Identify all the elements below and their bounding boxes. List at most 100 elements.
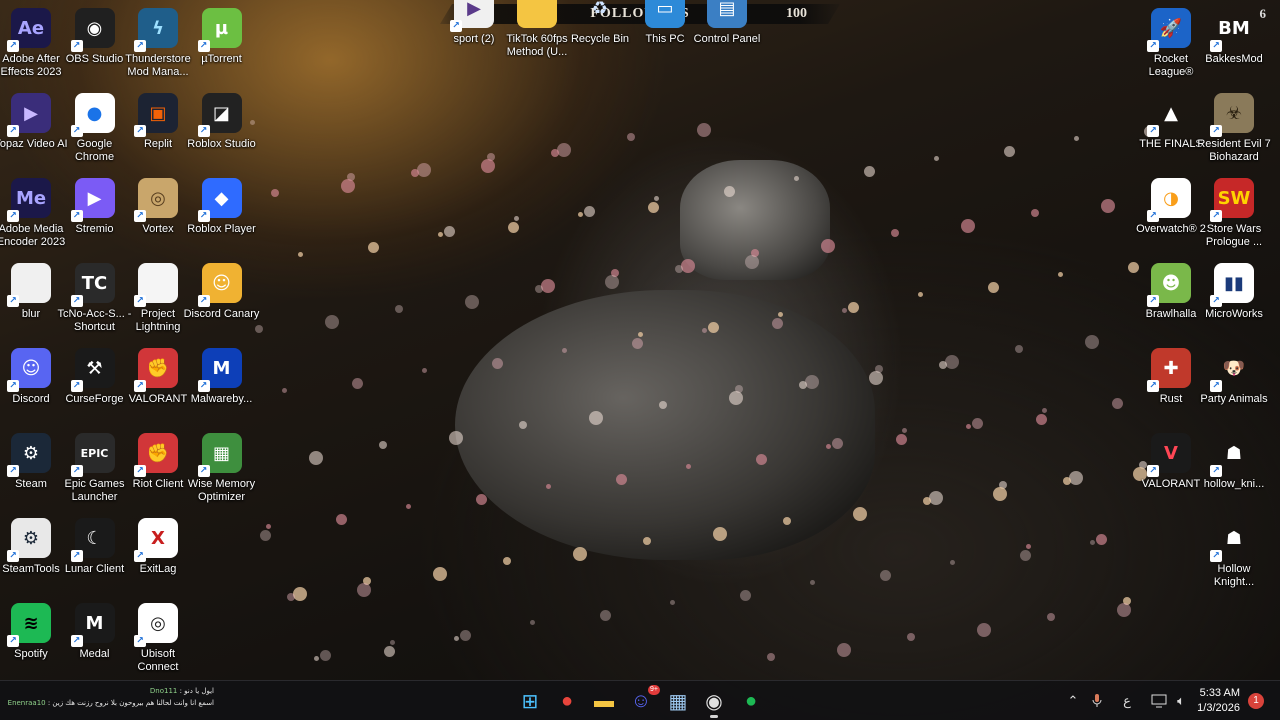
desktop-icon-label: Ubisoft Connect xyxy=(137,648,179,673)
flower xyxy=(923,497,931,505)
store-wars-icon: SW ↗ xyxy=(1210,178,1254,222)
desktop-icon[interactable]: ▲ ↗ THE FINALS xyxy=(1139,87,1203,171)
flower xyxy=(546,484,551,489)
desktop-icon[interactable]: TC ↗ TcNo-Acc-S... - Shortcut xyxy=(58,257,131,341)
desktop-icon[interactable]: ◪ ↗ Roblox Studio xyxy=(187,87,256,171)
topaz-icon: ▶ ↗ xyxy=(7,93,51,137)
flower xyxy=(1015,345,1023,353)
flower xyxy=(713,527,727,541)
desktop-icon[interactable]: ⚙ ↗ SteamTools xyxy=(0,512,63,596)
icon-glyph: ϟ xyxy=(152,17,164,39)
riot-icon: ✊ ↗ xyxy=(134,348,178,392)
desktop-icon[interactable]: V ↗ VALORANT xyxy=(1139,427,1203,511)
desktop-icon-label: Control Panel xyxy=(693,33,761,45)
taskbar-chrome[interactable]: ● xyxy=(552,687,582,715)
desktop-icon[interactable]: M ↗ Malwareby... xyxy=(190,342,254,426)
desktop-icon[interactable]: ● ↗ Google Chrome xyxy=(63,87,127,171)
desktop-icon[interactable]: EPIC ↗ Epic Games Launcher xyxy=(63,427,127,511)
desktop-icon[interactable]: M ↗ Medal xyxy=(63,597,127,681)
desktop-icon[interactable]: ▶ ↗ sport (2) xyxy=(442,0,506,66)
shortcut-arrow-icon: ↗ xyxy=(70,210,83,222)
desktop-icon[interactable]: ▤ Control Panel xyxy=(694,0,760,66)
desktop-icon[interactable]: BM ↗ BakkesMod xyxy=(1202,2,1266,86)
desktop-icon[interactable]: ☗ ↗ Hollow Knight... xyxy=(1202,512,1266,596)
shortcut-arrow-icon: ↗ xyxy=(70,550,83,562)
desktop-icon[interactable]: ♻ Recycle Bin xyxy=(568,0,632,66)
flower xyxy=(1101,199,1115,213)
desktop-icon[interactable]: ▮▮ ↗ MicroWorks xyxy=(1202,257,1266,341)
flower xyxy=(832,438,843,449)
desktop-icon-label: µTorrent xyxy=(201,53,242,65)
language-indicator[interactable]: ع xyxy=(1116,681,1138,720)
flower xyxy=(681,259,695,273)
taskbar-spotify[interactable]: ● xyxy=(736,687,766,715)
network-icon[interactable] xyxy=(1148,681,1170,720)
icon-glyph: ☾ xyxy=(86,527,103,549)
microphone-icon[interactable] xyxy=(1086,681,1108,720)
replit-icon: ▣ ↗ xyxy=(134,93,178,137)
desktop-icon[interactable]: ⚙ ↗ Steam xyxy=(0,427,63,511)
chat-line: اسمع انا وانت لحالنا هم بيروحون بلا نروح… xyxy=(4,697,214,709)
flower xyxy=(1047,613,1055,621)
desktop-icon[interactable]: ✚ ↗ Rust xyxy=(1139,342,1203,426)
desktop-icon[interactable]: ▭ This PC xyxy=(633,0,697,66)
flower xyxy=(659,401,667,409)
chat-text: ايول يا دنو : xyxy=(179,687,214,695)
desktop-icon[interactable]: ✊ ↗ Riot Client xyxy=(126,427,190,511)
desktop-icon[interactable]: ☻ ↗ Brawlhalla xyxy=(1139,257,1203,341)
desktop-icon[interactable]: ◑ ↗ Overwatch® 2 xyxy=(1136,172,1206,256)
taskbar-discord[interactable]: ☺ 9+ xyxy=(626,685,660,715)
taskbar-file-explorer[interactable]: ▬ xyxy=(589,687,619,715)
desktop-icon[interactable]: SW ↗ Store Wars Prologue ... xyxy=(1202,172,1266,256)
flower xyxy=(853,507,867,521)
icon-glyph: Ae xyxy=(17,17,45,39)
desktop-icon[interactable]: ≋ ↗ Spotify xyxy=(0,597,63,681)
flower xyxy=(616,474,627,485)
shortcut-arrow-icon: ↗ xyxy=(1210,380,1222,392)
hollow-knight-icon: ☗ ↗ xyxy=(1210,518,1254,562)
flower xyxy=(395,305,403,313)
desktop-icon[interactable]: ϟ ↗ Thunderstore Mod Mana... xyxy=(125,2,191,86)
shortcut-arrow-icon: ↗ xyxy=(7,295,19,307)
desktop-icon[interactable]: TikTok 60fps Method (U... xyxy=(505,0,569,66)
desktop-icon[interactable]: X ↗ ExitLag xyxy=(126,512,190,596)
desktop-icon[interactable]: ◎ ↗ Vortex xyxy=(126,172,190,256)
desktop-icon[interactable]: 🐶 ↗ Party Animals xyxy=(1200,342,1267,426)
desktop-icon[interactable]: ◎ ↗ Ubisoft Connect xyxy=(126,597,190,681)
taskbar-obs[interactable]: ◉ xyxy=(699,687,729,718)
desktop-icon[interactable]: ☺ ↗ Discord Canary xyxy=(184,257,259,341)
desktop-icon[interactable]: ▣ ↗ Replit xyxy=(126,87,190,171)
desktop-icon[interactable]: ☾ ↗ Lunar Client xyxy=(63,512,127,596)
icon-glyph: Me xyxy=(15,187,47,209)
desktop-icon[interactable]: Ae ↗ Adobe After Effects 2023 xyxy=(0,2,63,86)
desktop-icon[interactable]: ▦ ↗ Wise Memory Optimizer xyxy=(188,427,255,511)
icon-glyph: ☣ xyxy=(1225,102,1243,124)
flower xyxy=(1020,550,1031,561)
desktop-icon[interactable]: ✊ ↗ VALORANT xyxy=(126,342,190,426)
taskbar-task-manager[interactable]: ▦ xyxy=(663,687,693,715)
shortcut-arrow-icon: ↗ xyxy=(1147,295,1159,307)
flower xyxy=(368,242,379,253)
desktop-icon[interactable]: ☺ ↗ Discord xyxy=(0,342,63,426)
desktop-icon[interactable]: ☣ ↗ Resident Evil 7 Biohazard xyxy=(1197,87,1271,171)
flower xyxy=(929,491,943,505)
chevron-up-icon[interactable]: ⌃ xyxy=(1062,681,1084,720)
desktop-icon[interactable]: ↗ blur xyxy=(0,257,63,341)
start-button[interactable]: ⊞ xyxy=(515,687,545,715)
icon-glyph: ▭ xyxy=(656,0,674,19)
desktop-icon[interactable]: ▶ ↗ Stremio xyxy=(63,172,127,256)
volume-icon[interactable]: 🔈︎ xyxy=(1170,681,1192,720)
desktop-icon[interactable]: µ ↗ µTorrent xyxy=(190,2,254,86)
shortcut-arrow-icon: ↗ xyxy=(134,550,146,562)
desktop-icon[interactable]: ◆ ↗ Roblox Player xyxy=(187,172,256,256)
desktop-icon[interactable]: 🚀 ↗ Rocket League® xyxy=(1139,2,1203,86)
desktop-icon[interactable]: ▶ ↗ Topaz Video AI xyxy=(0,87,68,171)
desktop-icon[interactable]: ◉ ↗ OBS Studio xyxy=(63,2,127,86)
clock[interactable]: 5:33 AM 1/3/2026 xyxy=(1197,686,1240,716)
desktop-icon[interactable]: Me ↗ Adobe Media Encoder 2023 xyxy=(0,172,65,256)
desktop-icon[interactable]: ☗ ↗ hollow_kni... xyxy=(1202,427,1266,511)
notification-badge[interactable]: 1 xyxy=(1248,693,1264,709)
desktop-icon[interactable]: ↗ Project Lightning xyxy=(126,257,190,341)
flower xyxy=(880,570,891,581)
desktop-icon[interactable]: ⚒ ↗ CurseForge xyxy=(63,342,127,426)
